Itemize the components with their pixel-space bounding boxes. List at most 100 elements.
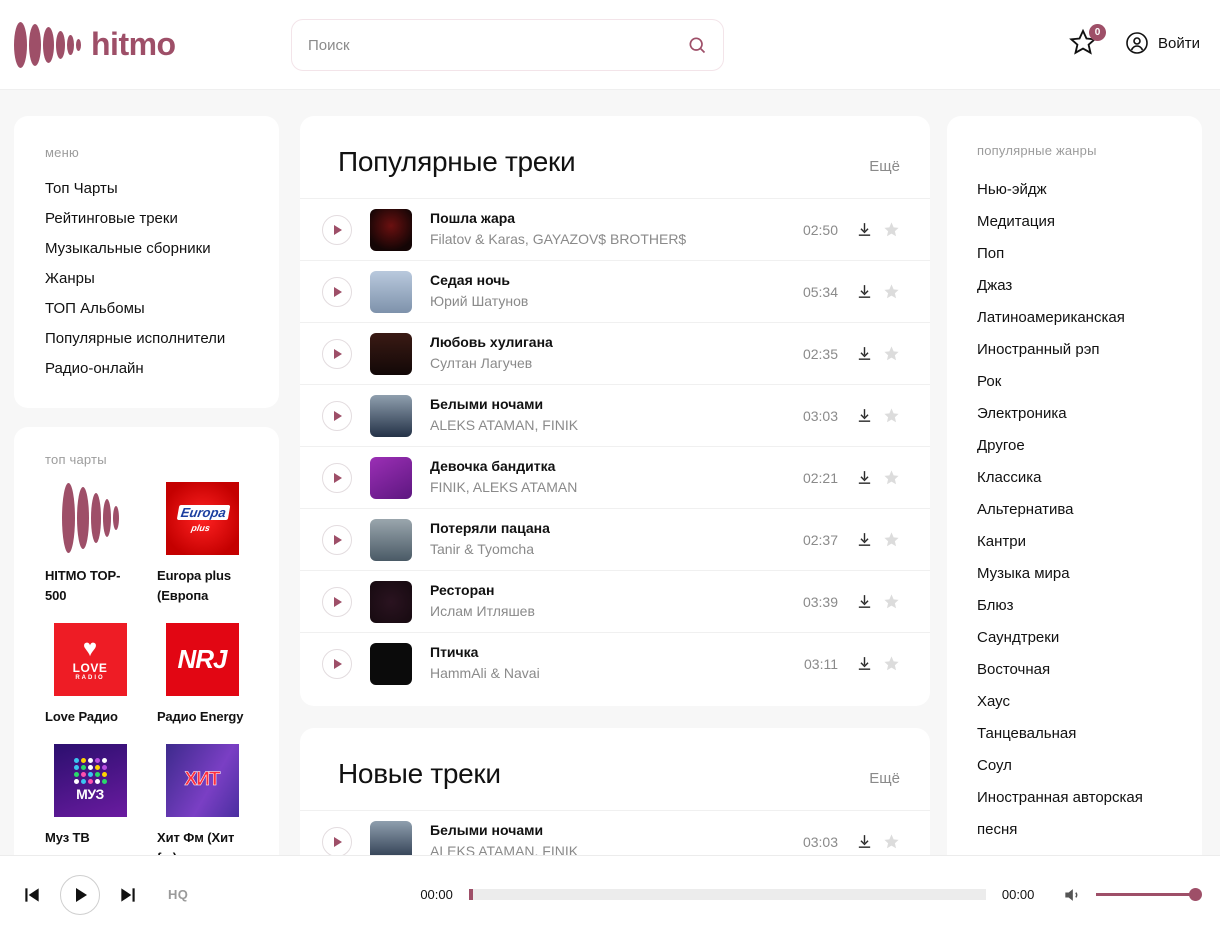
favorite-star-icon[interactable] xyxy=(883,593,900,610)
download-icon[interactable] xyxy=(856,593,873,610)
favorite-star-icon[interactable] xyxy=(883,283,900,300)
favorite-star-icon[interactable] xyxy=(883,221,900,238)
genre-item-country[interactable]: Кантри xyxy=(947,526,1202,558)
sidebar-item-top-albums[interactable]: ТОП Альбомы xyxy=(45,298,249,320)
table-row[interactable]: Белыми ночами ALEKS ATAMAN, FINIK 03:03 xyxy=(300,384,930,446)
previous-track-icon[interactable] xyxy=(22,885,42,905)
quality-toggle[interactable]: HQ xyxy=(168,887,188,902)
play-icon[interactable] xyxy=(322,463,352,493)
genre-item-other[interactable]: Другое xyxy=(947,430,1202,462)
next-track-icon[interactable] xyxy=(118,885,138,905)
download-icon[interactable] xyxy=(856,407,873,424)
genre-item-oriental[interactable]: Восточная xyxy=(947,654,1202,686)
chart-card-muz-tv[interactable]: МУЗ Муз ТВ xyxy=(45,743,135,868)
download-icon[interactable] xyxy=(856,655,873,672)
table-row[interactable]: Любовь хулигана Султан Лагучев 02:35 xyxy=(300,322,930,384)
genre-item-dance[interactable]: Танцевальная xyxy=(947,718,1202,750)
favorite-star-icon[interactable] xyxy=(883,531,900,548)
seek-slider[interactable] xyxy=(469,889,986,900)
track-meta: Седая ночь Юрий Шатунов xyxy=(430,271,803,312)
search-icon[interactable] xyxy=(687,35,707,55)
more-link[interactable]: Ещё xyxy=(869,770,900,787)
table-row[interactable]: Ресторан Ислам Итляшев 03:39 xyxy=(300,570,930,632)
table-row[interactable]: Пошла жара Filatov & Karas, GAYAZOV$ BRO… xyxy=(300,198,930,260)
table-row[interactable]: Девочка бандитка FINIK, ALEKS ATAMAN 02:… xyxy=(300,446,930,508)
favorite-star-icon[interactable] xyxy=(883,655,900,672)
favorites-button[interactable]: 0 xyxy=(1069,28,1097,58)
left-sidebar: меню Топ Чарты Рейтинговые треки Музыкал… xyxy=(14,116,279,855)
play-icon[interactable] xyxy=(322,587,352,617)
play-icon[interactable] xyxy=(322,277,352,307)
play-icon[interactable] xyxy=(322,525,352,555)
sidebar-item-genres[interactable]: Жанры xyxy=(45,268,249,290)
chart-card-hit-fm[interactable]: ХИТ Хит Фм (Хит fm) xyxy=(157,743,247,868)
genre-item-latin[interactable]: Латиноамериканская xyxy=(947,302,1202,334)
download-icon[interactable] xyxy=(856,833,873,850)
page-title: Популярные треки xyxy=(338,146,575,178)
genre-item-soul[interactable]: Соул xyxy=(947,750,1202,782)
table-row[interactable]: Седая ночь Юрий Шатунов 05:34 xyxy=(300,260,930,322)
download-icon[interactable] xyxy=(856,469,873,486)
sidebar-item-popular-artists[interactable]: Популярные исполнители xyxy=(45,328,249,350)
genre-item-house[interactable]: Хаус xyxy=(947,686,1202,718)
sidebar-item-rating-tracks[interactable]: Рейтинговые треки xyxy=(45,208,249,230)
track-artist: FINIK, ALEKS ATAMAN xyxy=(430,477,803,498)
track-title: Белыми ночами xyxy=(430,395,803,414)
app-header: hitmo 0 Войти xyxy=(0,0,1220,90)
genre-item-rock[interactable]: Рок xyxy=(947,366,1202,398)
download-icon[interactable] xyxy=(856,221,873,238)
genre-item-electronic[interactable]: Электроника xyxy=(947,398,1202,430)
genre-item-jazz[interactable]: Джаз xyxy=(947,270,1202,302)
favorite-star-icon[interactable] xyxy=(883,407,900,424)
chart-card-radio-energy[interactable]: NRJ Радио Energy xyxy=(157,622,247,727)
more-link[interactable]: Ещё xyxy=(869,158,900,175)
favorite-star-icon[interactable] xyxy=(883,345,900,362)
genre-item-new-age[interactable]: Нью-эйдж xyxy=(947,174,1202,206)
play-icon[interactable] xyxy=(322,401,352,431)
genre-item-soundtracks[interactable]: Саундтреки xyxy=(947,622,1202,654)
table-row[interactable]: Птичка HammAli & Navai 03:11 xyxy=(300,632,930,694)
sidebar-item-compilations[interactable]: Музыкальные сборники xyxy=(45,238,249,260)
track-meta: Белыми ночами ALEKS ATAMAN, FINIK xyxy=(430,395,803,436)
genre-item-alternative[interactable]: Альтернатива xyxy=(947,494,1202,526)
volume-slider[interactable] xyxy=(1096,893,1196,896)
table-row[interactable]: Потеряли пацана Tanir & Tyomcha 02:37 xyxy=(300,508,930,570)
genre-item-pop[interactable]: Поп xyxy=(947,238,1202,270)
play-icon[interactable] xyxy=(322,649,352,679)
login-button[interactable]: Войти xyxy=(1125,31,1200,55)
chart-card-hitmo-top-500[interactable]: HITMO TOP-500 xyxy=(45,481,135,606)
favorite-star-icon[interactable] xyxy=(883,469,900,486)
section-header: Новые треки Ещё xyxy=(300,728,930,810)
seek-handle[interactable] xyxy=(469,889,473,900)
play-icon[interactable] xyxy=(322,339,352,369)
play-icon[interactable] xyxy=(322,215,352,245)
search-input[interactable] xyxy=(308,37,687,54)
track-meta: Пошла жара Filatov & Karas, GAYAZOV$ BRO… xyxy=(430,209,803,250)
sidebar-item-radio-online[interactable]: Радио-онлайн xyxy=(45,358,249,380)
track-title: Птичка xyxy=(430,643,804,662)
download-icon[interactable] xyxy=(856,531,873,548)
genre-item-foreign-author-song[interactable]: Иностранная авторская песня xyxy=(947,782,1202,846)
hitmo-waveform-icon xyxy=(45,481,135,555)
genre-item-foreign-rap[interactable]: Иностранный рэп xyxy=(947,334,1202,366)
volume-handle[interactable] xyxy=(1189,888,1202,901)
top-charts-heading: топ чарты xyxy=(45,452,249,467)
genre-item-world-music[interactable]: Музыка мира xyxy=(947,558,1202,590)
search-box[interactable] xyxy=(291,19,724,71)
genre-item-classical[interactable]: Классика xyxy=(947,462,1202,494)
download-icon[interactable] xyxy=(856,283,873,300)
album-art xyxy=(370,643,412,685)
favorite-star-icon[interactable] xyxy=(883,833,900,850)
sidebar-item-top-charts[interactable]: Топ Чарты xyxy=(45,178,249,200)
chart-card-love-radio[interactable]: ♥ LOVE RADIO Love Радио xyxy=(45,622,135,727)
genre-item-meditation[interactable]: Медитация xyxy=(947,206,1202,238)
play-pause-button[interactable] xyxy=(60,875,100,915)
volume-icon[interactable] xyxy=(1062,885,1082,905)
genre-item-blues[interactable]: Блюз xyxy=(947,590,1202,622)
play-icon[interactable] xyxy=(322,827,352,857)
chart-card-europa-plus[interactable]: Europaplus Europa plus (Европа xyxy=(157,481,247,606)
download-icon[interactable] xyxy=(856,345,873,362)
logo[interactable]: hitmo xyxy=(14,21,279,69)
track-duration: 02:35 xyxy=(803,346,838,362)
login-label: Войти xyxy=(1158,35,1200,52)
